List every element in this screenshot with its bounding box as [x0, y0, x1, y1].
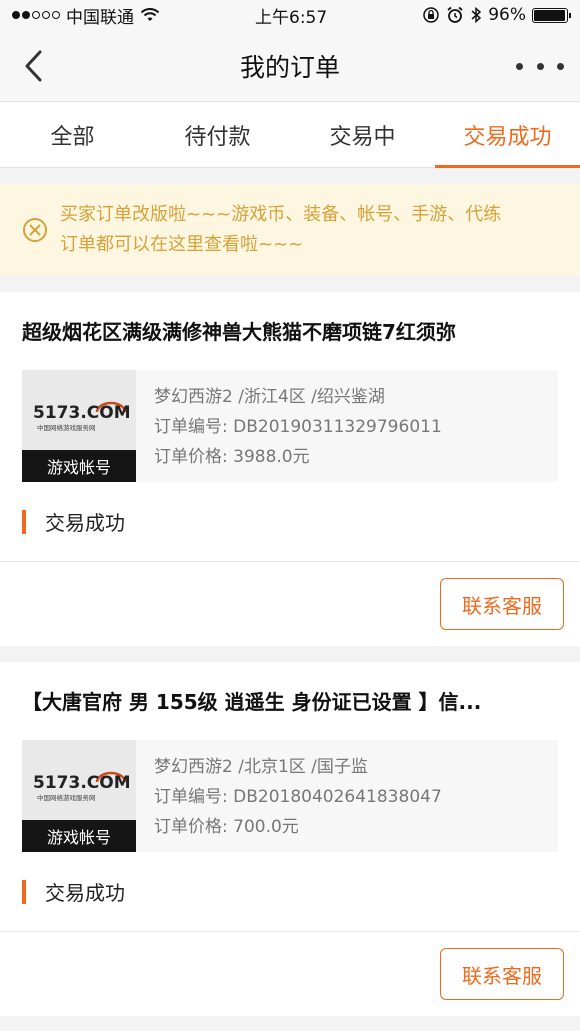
order-actions: 联系客服: [0, 562, 580, 646]
close-circle-icon[interactable]: [22, 217, 48, 243]
order-number: DB20180402641838047: [233, 787, 442, 807]
more-dot-icon: [536, 62, 544, 70]
status-indicator: [22, 509, 26, 534]
status-indicator: [22, 879, 26, 904]
order-title[interactable]: 超级烟花区满级满修神兽大熊猫不磨项链7红须弥: [0, 292, 580, 344]
order-number-row: 订单编号: DB20190311329796011: [154, 412, 442, 442]
logo-text: 5173.COM: [33, 403, 129, 423]
order-info: 梦幻西游2 /浙江4区 /绍兴鉴湖 订单编号: DB20190311329796…: [136, 370, 442, 482]
tab-pending-payment[interactable]: 待付款: [145, 102, 290, 167]
site-logo: 5173.COM 中国网络游戏服务网: [22, 768, 136, 810]
tab-completed[interactable]: 交易成功: [435, 102, 580, 168]
more-options-button[interactable]: [516, 50, 564, 82]
notice-banner: 买家订单改版啦~~~游戏币、装备、帐号、手游、代练 订单都可以在这里查看啦~~~: [0, 184, 580, 276]
order-actions: 联系客服: [0, 932, 580, 1016]
bluetooth-icon: [471, 6, 482, 24]
order-card[interactable]: 【大唐官府 男 155级 逍遥生 身份证已设置 】信... 5173.COM 中…: [0, 662, 580, 1016]
page-title: 我的订单: [239, 52, 340, 82]
order-price: 3988.0元: [233, 447, 310, 467]
order-price: 700.0元: [233, 817, 299, 837]
order-body[interactable]: 5173.COM 中国网络游戏服务网 游戏帐号 梦幻西游2 /北京1区 /国子监…: [22, 740, 558, 852]
notice-line: 订单都可以在这里查看啦~~~: [60, 234, 304, 255]
navigation-bar: 我的订单: [0, 30, 580, 102]
battery-percent: 96%: [488, 5, 526, 25]
tab-in-progress[interactable]: 交易中: [290, 102, 435, 167]
order-title[interactable]: 【大唐官府 男 155级 逍遥生 身份证已设置 】信...: [0, 662, 580, 714]
more-dot-icon: [557, 62, 564, 70]
order-status: 交易成功: [45, 511, 125, 535]
order-status-row: 交易成功: [0, 852, 580, 932]
order-price-row: 订单价格: 3988.0元: [154, 442, 442, 472]
order-number: DB20190311329796011: [233, 417, 442, 437]
order-tabs: 全部 待付款 交易中 交易成功: [0, 102, 580, 168]
product-thumbnail: 5173.COM 中国网络游戏服务网 游戏帐号: [22, 740, 136, 852]
order-number-label: 订单编号:: [154, 787, 228, 807]
order-info: 梦幻西游2 /北京1区 /国子监 订单编号: DB201804026418380…: [136, 740, 442, 852]
logo-text: 5173.COM: [33, 773, 129, 793]
product-thumbnail: 5173.COM 中国网络游戏服务网 游戏帐号: [22, 370, 136, 482]
battery-icon: [531, 7, 571, 23]
wifi-icon: [140, 7, 160, 21]
logo-subtext: 中国网络游戏服务网: [37, 793, 96, 802]
contact-support-button[interactable]: 联系客服: [440, 578, 564, 630]
notice-text: 买家订单改版啦~~~游戏币、装备、帐号、手游、代练 订单都可以在这里查看啦~~~: [60, 200, 501, 260]
status-bar: 中国联通 上午6:57 96%: [0, 0, 580, 30]
order-card[interactable]: 超级烟花区满级满修神兽大熊猫不磨项链7红须弥 5173.COM 中国网络游戏服务…: [0, 292, 580, 646]
logo-subtext: 中国网络游戏服务网: [37, 423, 96, 432]
signal-strength-icon: [12, 11, 60, 19]
order-body[interactable]: 5173.COM 中国网络游戏服务网 游戏帐号 梦幻西游2 /浙江4区 /绍兴鉴…: [22, 370, 558, 482]
order-price-label: 订单价格:: [154, 817, 228, 837]
notice-line: 买家订单改版啦~~~游戏币、装备、帐号、手游、代练: [60, 204, 502, 225]
server-info: 梦幻西游2 /北京1区 /国子监: [154, 757, 368, 777]
more-dot-icon: [516, 62, 523, 70]
tab-all[interactable]: 全部: [0, 102, 145, 167]
server-info: 梦幻西游2 /浙江4区 /绍兴鉴湖: [154, 387, 385, 407]
order-status: 交易成功: [45, 881, 125, 905]
carrier-name: 中国联通: [66, 7, 134, 28]
contact-support-button[interactable]: 联系客服: [440, 948, 564, 1000]
order-status-row: 交易成功: [0, 482, 580, 562]
category-badge: 游戏帐号: [22, 820, 136, 852]
status-right: 96%: [422, 5, 571, 25]
back-button[interactable]: [14, 46, 54, 86]
order-price-row: 订单价格: 700.0元: [154, 812, 442, 842]
chevron-left-icon: [25, 50, 42, 82]
category-badge: 游戏帐号: [22, 450, 136, 482]
order-number-label: 订单编号:: [154, 417, 228, 437]
order-price-label: 订单价格:: [154, 447, 228, 467]
status-left: 中国联通: [12, 3, 160, 28]
rotation-lock-icon: [423, 7, 439, 23]
order-number-row: 订单编号: DB20180402641838047: [154, 782, 442, 812]
alarm-icon: [447, 6, 463, 23]
site-logo: 5173.COM 中国网络游戏服务网: [22, 398, 136, 440]
clock: 上午6:57: [255, 7, 328, 28]
